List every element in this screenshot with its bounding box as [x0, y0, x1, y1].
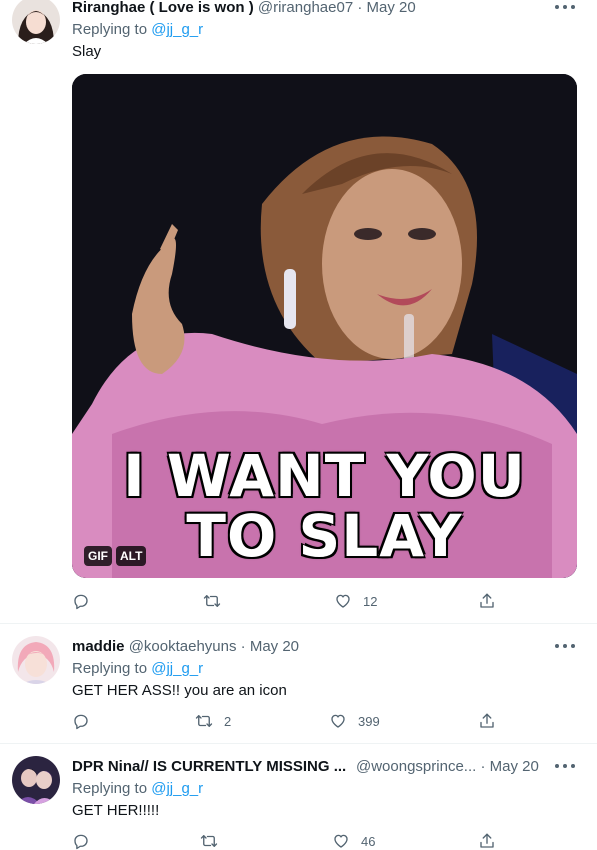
reply-button[interactable]	[72, 832, 101, 850]
gif-badge: GIF	[84, 546, 112, 566]
mention-link[interactable]: @jj_g_r	[151, 660, 203, 677]
reply-button[interactable]	[72, 712, 101, 730]
tweet-3[interactable]: DPR Nina// IS CURRENTLY MISSING ... @woo…	[0, 744, 597, 843]
tweet-text: GET HER ASS!! you are an icon	[72, 682, 287, 699]
tweet-header: Riranghae ( Love is won ) @riranghae07 ·…	[72, 0, 416, 17]
avatar[interactable]	[12, 636, 60, 684]
heart-icon	[334, 592, 352, 610]
heart-icon	[332, 832, 350, 850]
replying-to: Replying to @jj_g_r	[72, 779, 203, 798]
separator: ·	[480, 758, 486, 775]
retweet-icon	[203, 592, 221, 610]
retweet-count: 2	[224, 713, 232, 729]
share-button[interactable]	[478, 592, 496, 610]
tweet-text: Slay	[72, 43, 102, 60]
tweet-date[interactable]: May 20	[250, 638, 299, 655]
display-name[interactable]: Riranghae ( Love is won )	[72, 0, 254, 16]
like-button[interactable]: 399	[329, 712, 380, 730]
retweet-button[interactable]: 2	[195, 712, 231, 730]
tweet-2[interactable]: maddie @kooktaehyuns · May 20 Replying t…	[0, 624, 597, 743]
tweet-date[interactable]: May 20	[490, 758, 539, 775]
reply-button[interactable]	[72, 592, 101, 610]
avatar[interactable]	[12, 0, 60, 44]
tweet-1[interactable]: Riranghae ( Love is won ) @riranghae07 ·…	[0, 0, 597, 623]
tweet-text: GET HER!!!!!	[72, 802, 160, 819]
gif-media[interactable]: I WANT YOU TO SLAY GIF ALT	[72, 74, 577, 578]
like-count: 399	[358, 713, 380, 729]
reply-icon	[72, 592, 90, 610]
display-name[interactable]: maddie	[72, 638, 125, 655]
share-button[interactable]	[478, 712, 496, 730]
gif-caption-line-2: TO SLAY	[186, 502, 463, 570]
replying-to: Replying to @jj_g_r	[72, 659, 203, 678]
retweet-button[interactable]	[200, 832, 229, 850]
heart-icon	[329, 712, 347, 730]
like-count: 12	[363, 593, 378, 609]
replying-prefix: Replying to	[72, 21, 148, 38]
tweet-header: maddie @kooktaehyuns · May 20	[72, 637, 299, 656]
tweet-date[interactable]: May 20	[367, 0, 416, 16]
share-icon	[478, 832, 496, 850]
replying-prefix: Replying to	[72, 780, 148, 797]
retweet-button[interactable]	[203, 592, 232, 610]
share-icon	[478, 592, 496, 610]
share-icon	[478, 712, 496, 730]
reply-icon	[72, 712, 90, 730]
like-count: 46	[361, 833, 376, 849]
gif-caption-line-1: I WANT YOU	[123, 442, 526, 510]
more-icon[interactable]	[555, 639, 575, 653]
replying-prefix: Replying to	[72, 660, 148, 677]
retweet-icon	[200, 832, 218, 850]
more-icon[interactable]	[555, 0, 575, 14]
mention-link[interactable]: @jj_g_r	[151, 780, 203, 797]
display-name[interactable]: DPR Nina// IS CURRENTLY MISSING ...	[72, 758, 346, 775]
alt-badge[interactable]: ALT	[116, 546, 147, 566]
tweet-header-right: @woongsprince... · May 20	[356, 757, 539, 776]
like-button[interactable]: 46	[332, 832, 375, 850]
reply-icon	[72, 832, 90, 850]
retweet-icon	[195, 712, 213, 730]
user-handle[interactable]: @kooktaehyuns	[129, 638, 237, 655]
mention-link[interactable]: @jj_g_r	[151, 21, 203, 38]
like-button[interactable]: 12	[334, 592, 377, 610]
user-handle[interactable]: @riranghae07	[258, 0, 353, 16]
replying-to: Replying to @jj_g_r	[72, 20, 203, 39]
avatar[interactable]	[12, 756, 60, 804]
user-handle[interactable]: @woongsprince...	[356, 758, 476, 775]
share-button[interactable]	[478, 832, 496, 850]
tweet-header: DPR Nina// IS CURRENTLY MISSING ...	[72, 757, 346, 776]
separator: ·	[357, 0, 363, 16]
more-icon[interactable]	[555, 759, 575, 773]
separator: ·	[240, 638, 246, 655]
